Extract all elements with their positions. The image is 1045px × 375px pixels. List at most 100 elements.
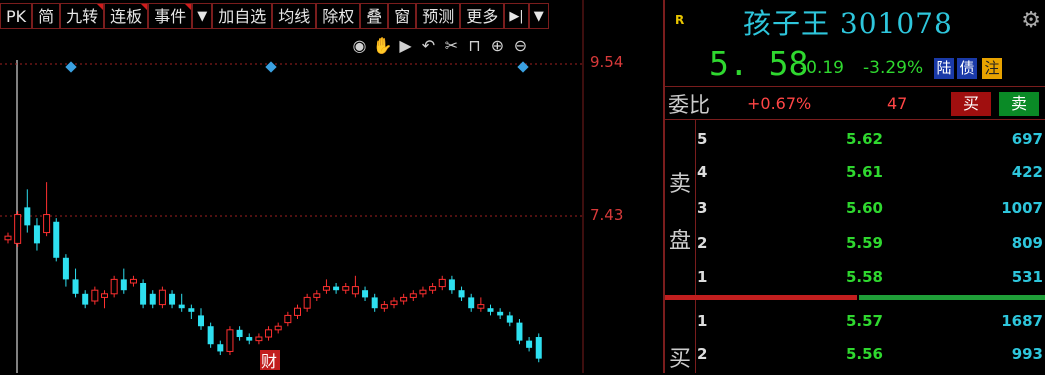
event-marker-icon[interactable] xyxy=(265,61,277,73)
toolbar-item[interactable]: PK xyxy=(0,3,33,29)
toolbar-item[interactable]: 叠 xyxy=(360,3,389,29)
candle-body[interactable] xyxy=(140,282,147,305)
candle-body[interactable] xyxy=(43,214,51,234)
toolbar-item[interactable]: 九转 xyxy=(60,3,105,29)
candle-body[interactable] xyxy=(255,336,263,342)
candle-body[interactable] xyxy=(303,296,311,309)
toolbar-item[interactable]: 除权 xyxy=(316,3,361,29)
orderbook-separator xyxy=(695,120,696,373)
candle-body[interactable] xyxy=(477,304,485,309)
candle-body[interactable] xyxy=(516,322,523,341)
candle-body[interactable] xyxy=(82,293,89,305)
candle-body[interactable] xyxy=(458,290,465,298)
candle-body[interactable] xyxy=(487,308,494,312)
candle-body[interactable] xyxy=(4,235,12,241)
candle-body[interactable] xyxy=(409,293,417,298)
candle-body[interactable] xyxy=(362,290,369,298)
undo-icon[interactable]: ↶ xyxy=(417,36,440,56)
gear-icon[interactable]: ⚙ xyxy=(1021,8,1041,33)
tag-bond[interactable]: 债 xyxy=(957,58,977,79)
candle-body[interactable] xyxy=(62,257,69,280)
tag-registration[interactable]: 注 xyxy=(982,58,1002,79)
candle-body[interactable] xyxy=(294,307,301,316)
finance-marker[interactable]: 财 xyxy=(261,352,277,371)
candle-body[interactable] xyxy=(188,308,195,312)
candle-body[interactable] xyxy=(438,278,446,288)
candle-body[interactable] xyxy=(169,293,176,305)
order-ratio-diff: 47 xyxy=(887,94,908,113)
toolbar-item[interactable]: 事件 xyxy=(148,3,193,29)
candle-body[interactable] xyxy=(390,300,398,306)
lock-icon[interactable]: ⊓ xyxy=(463,36,486,56)
ask-row[interactable]: 4 5.61 422 xyxy=(697,163,1043,187)
candle-body[interactable] xyxy=(101,293,108,298)
candle-body[interactable] xyxy=(246,337,253,341)
candle-body[interactable] xyxy=(274,325,282,331)
eye-icon[interactable]: ◉ xyxy=(348,36,371,56)
bid-row[interactable]: 1 5.57 1687 xyxy=(697,312,1043,336)
candle-body[interactable] xyxy=(333,286,340,291)
candle-body[interactable] xyxy=(198,315,204,327)
kline-chart[interactable]: 财 xyxy=(0,0,662,373)
toolbar-item[interactable]: ▼ xyxy=(528,3,549,29)
candle-body[interactable] xyxy=(72,279,79,294)
candle-body[interactable] xyxy=(535,337,542,359)
sell-button[interactable]: 卖 xyxy=(999,92,1039,116)
candle-body[interactable] xyxy=(110,278,118,295)
toolbar-item[interactable]: 窗 xyxy=(388,3,417,29)
candle-body[interactable] xyxy=(217,344,224,352)
toolbar-item[interactable]: 预测 xyxy=(416,3,461,29)
candle-body[interactable] xyxy=(178,304,185,309)
ask-row[interactable]: 5 5.62 697 xyxy=(697,130,1043,154)
play-icon[interactable]: ▶ xyxy=(394,36,417,56)
toolbar-item[interactable]: 均线 xyxy=(272,3,317,29)
candle-body[interactable] xyxy=(371,297,378,309)
toolbar-item[interactable]: 连板 xyxy=(104,3,149,29)
candle-body[interactable] xyxy=(265,329,273,338)
toolbar-item[interactable]: 简 xyxy=(32,3,61,29)
candle-body[interactable] xyxy=(158,289,166,306)
candle-body[interactable] xyxy=(129,278,137,284)
toolbar-item[interactable]: ▶| xyxy=(504,3,529,29)
kline-chart-panel[interactable]: 财 PK 简九转 连板 事件 ▼ 加自选 均线 除权叠窗预测 更多 ▶| ▼ ◉ ✋ ▶ ↶ ✂ ⊓… xyxy=(0,0,662,373)
candle-body[interactable] xyxy=(380,304,388,309)
bid-row[interactable]: 2 5.56 993 xyxy=(697,345,1043,369)
zoom-in-icon[interactable]: ⊕ xyxy=(486,36,509,56)
candle-body[interactable] xyxy=(448,279,455,291)
candle-body[interactable] xyxy=(53,221,60,258)
candle-body[interactable] xyxy=(207,326,214,345)
candle-body[interactable] xyxy=(419,289,427,295)
hand-icon[interactable]: ✋ xyxy=(371,36,394,56)
candle-body[interactable] xyxy=(526,340,533,348)
candle-body[interactable] xyxy=(322,286,330,291)
candle-body[interactable] xyxy=(429,286,437,291)
candle-body[interactable] xyxy=(313,293,321,298)
candle-body[interactable] xyxy=(236,329,243,338)
candle-body[interactable] xyxy=(284,314,292,324)
ask-row[interactable]: 2 5.59 809 xyxy=(697,234,1043,258)
zoom-out-icon[interactable]: ⊖ xyxy=(509,36,532,56)
ask-row[interactable]: 1 5.58 531 xyxy=(697,268,1043,292)
candle-body[interactable] xyxy=(400,296,408,302)
event-marker-icon[interactable] xyxy=(65,61,77,73)
candle-body[interactable] xyxy=(226,329,234,352)
toolbar-item[interactable]: 更多 xyxy=(460,3,505,29)
candle-body[interactable] xyxy=(506,315,513,323)
candle-body[interactable] xyxy=(351,286,359,295)
candle-body[interactable] xyxy=(468,297,475,309)
candle-body[interactable] xyxy=(342,286,350,291)
scissors-icon[interactable]: ✂ xyxy=(440,36,463,56)
toolbar-item[interactable]: ▼ xyxy=(192,3,213,29)
event-marker-icon[interactable] xyxy=(517,61,529,73)
candle-body[interactable] xyxy=(33,225,40,244)
candle-body[interactable] xyxy=(14,214,22,244)
candle-body[interactable] xyxy=(120,279,127,291)
candle-body[interactable] xyxy=(149,293,156,305)
candle-body[interactable] xyxy=(24,207,31,226)
ask-row[interactable]: 3 5.60 1007 xyxy=(697,199,1043,223)
candle-body[interactable] xyxy=(91,289,99,302)
toolbar-item[interactable]: 加自选 xyxy=(212,3,273,29)
candle-body[interactable] xyxy=(497,311,504,316)
tag-lugutong[interactable]: 陆 xyxy=(934,58,954,79)
buy-button[interactable]: 买 xyxy=(951,92,991,116)
